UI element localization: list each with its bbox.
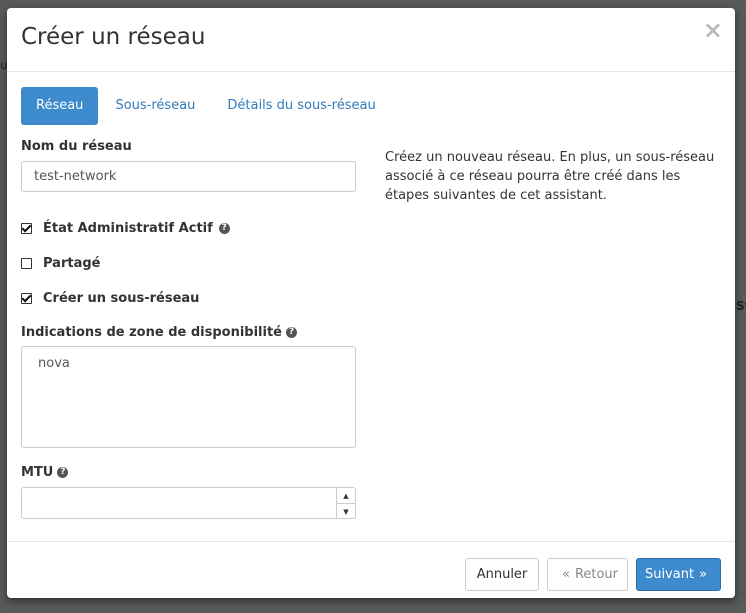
modal-header: Créer un réseau × — [7, 8, 735, 72]
admin-state-label: État Administratif Actif — [43, 221, 213, 236]
backdrop-text-right: St — [736, 299, 746, 313]
modal-footer: Annuler « Retour Suivant » — [7, 541, 735, 599]
network-name-input[interactable]: test-network — [21, 161, 356, 192]
create-subnet-checkbox[interactable] — [21, 293, 32, 304]
create-subnet-label: Créer un sous-réseau — [43, 291, 200, 306]
help-description: Créez un nouveau réseau. En plus, un sou… — [385, 150, 715, 203]
cancel-button[interactable]: Annuler — [465, 558, 539, 591]
next-button[interactable]: Suivant » — [636, 558, 721, 591]
network-form: Nom du réseau test-network État Administ… — [21, 139, 356, 519]
back-button[interactable]: « Retour — [547, 558, 628, 591]
back-label: Retour — [574, 567, 619, 582]
question-circle-icon[interactable]: ? — [286, 327, 297, 338]
az-hints-label-row: Indications de zone de disponibilité ? — [21, 325, 297, 340]
create-network-dialog: Créer un réseau × Réseau Sous-réseau Dét… — [7, 8, 735, 598]
stepper-up-icon[interactable]: ▲ — [337, 488, 355, 504]
modal-title: Créer un réseau — [21, 24, 206, 50]
shared-label: Partagé — [43, 256, 101, 271]
admin-state-checkbox[interactable] — [21, 223, 32, 234]
admin-state-row: État Administratif Actif ? — [21, 221, 230, 236]
az-hints-select[interactable]: nova — [21, 346, 356, 448]
network-name-label: Nom du réseau — [21, 139, 132, 154]
mtu-stepper[interactable]: ▲ ▼ — [336, 488, 355, 518]
az-hints-option[interactable]: nova — [38, 356, 339, 371]
double-right-icon: » — [699, 567, 708, 582]
tab-subnet-details[interactable]: Détails du sous-réseau — [212, 87, 390, 125]
stepper-down-icon[interactable]: ▼ — [337, 504, 355, 519]
shared-row: Partagé — [21, 256, 100, 271]
mtu-input[interactable]: ▲ ▼ — [21, 487, 356, 519]
double-left-icon: « — [561, 567, 570, 582]
wizard-tabs: Réseau Sous-réseau Détails du sous-résea… — [21, 87, 391, 125]
question-circle-icon[interactable]: ? — [57, 467, 69, 478]
mtu-label-row: MTU ? — [21, 465, 69, 480]
create-subnet-row: Créer un sous-réseau — [21, 291, 199, 306]
question-circle-icon[interactable]: ? — [218, 223, 230, 234]
tab-network[interactable]: Réseau — [21, 87, 99, 125]
next-label: Suivant — [644, 567, 695, 582]
tab-subnet[interactable]: Sous-réseau — [100, 87, 210, 125]
shared-checkbox[interactable] — [21, 258, 32, 269]
mtu-label: MTU — [21, 465, 54, 480]
close-icon[interactable]: × — [703, 18, 723, 42]
az-hints-label: Indications de zone de disponibilité — [21, 325, 282, 340]
